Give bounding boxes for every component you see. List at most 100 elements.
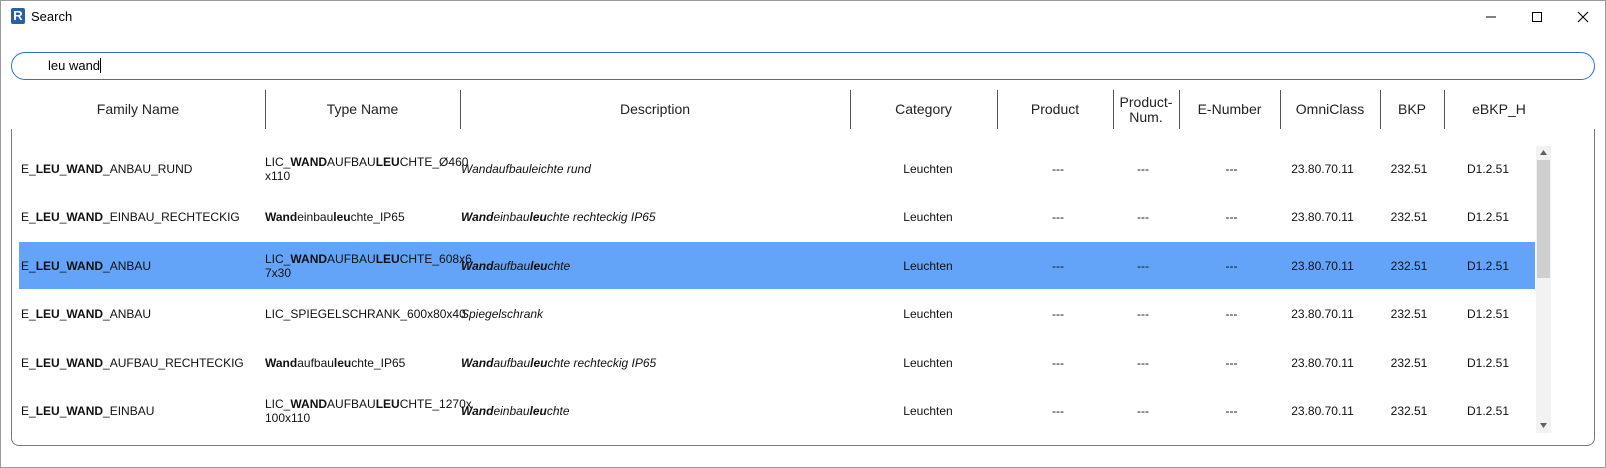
ebkp-h-cell: D1.2.51 xyxy=(1466,306,1510,321)
search-input[interactable]: leu wand xyxy=(11,52,1595,80)
family-name-cell: E_LEU_WAND_ANBAU xyxy=(21,258,152,273)
category-cell: Leuchten xyxy=(903,306,953,321)
scroll-down-icon xyxy=(1540,423,1547,428)
ebkp-h-cell: D1.2.51 xyxy=(1466,355,1510,370)
text-caret xyxy=(100,58,102,73)
column-separator[interactable] xyxy=(1179,90,1180,129)
column-header-bkp[interactable]: BKP xyxy=(1380,89,1444,130)
category-cell: Leuchten xyxy=(903,258,953,273)
type-name-cell: LIC_WANDAUFBAULEUCHTE_608x6 7x30 xyxy=(265,251,472,280)
omniclass-cell: 23.80.70.11 xyxy=(1291,258,1354,273)
close-icon xyxy=(1577,11,1589,23)
result-row[interactable]: E_LEU_WAND_ANBAU LIC_SPIEGELSCHRANK_600x8… xyxy=(19,290,1535,337)
product-num-cell: --- xyxy=(1137,161,1149,176)
scroll-down-button[interactable] xyxy=(1536,419,1551,433)
description-cell: Wandaufbauleuchte rechteckig IP65 xyxy=(461,355,657,370)
product-num-cell: --- xyxy=(1137,403,1149,418)
product-cell: --- xyxy=(1052,306,1064,321)
window-title: Search xyxy=(31,9,73,24)
vertical-scrollbar[interactable] xyxy=(1536,146,1551,433)
scroll-up-icon xyxy=(1540,150,1547,155)
bkp-cell: 232.51 xyxy=(1390,258,1428,273)
e-number-cell: --- xyxy=(1225,355,1238,370)
column-separator[interactable] xyxy=(997,90,998,129)
column-separator[interactable] xyxy=(850,90,851,129)
column-header-e-number[interactable]: E-Number xyxy=(1179,89,1280,130)
category-cell: Leuchten xyxy=(903,403,953,418)
column-header-omniclass[interactable]: OmniClass xyxy=(1280,89,1380,130)
ebkp-h-cell: D1.2.51 xyxy=(1466,209,1510,224)
bkp-cell: 232.51 xyxy=(1390,161,1428,176)
description-cell: Wandeinbauleuchte xyxy=(461,403,570,418)
product-num-cell: --- xyxy=(1137,306,1149,321)
column-separator[interactable] xyxy=(1113,90,1114,129)
result-row[interactable]: E_LEU_WAND_EINBAU_RECHTECKIG Wandeinbaule… xyxy=(19,193,1535,240)
minimize-icon xyxy=(1486,16,1496,18)
bkp-cell: 232.51 xyxy=(1390,403,1428,418)
maximize-icon xyxy=(1532,12,1542,22)
product-cell: --- xyxy=(1052,258,1064,273)
product-cell: --- xyxy=(1052,355,1064,370)
category-cell: Leuchten xyxy=(903,355,953,370)
results-list[interactable]: E_LEU_WAND_ANBAU_RUND LIC_WANDAUFBAULEUCH… xyxy=(11,129,1595,446)
revit-app-icon: R xyxy=(11,8,25,24)
type-name-cell: Wandeinbauleuchte_IP65 xyxy=(265,209,405,224)
product-num-cell: --- xyxy=(1137,258,1149,273)
column-separator[interactable] xyxy=(1280,90,1281,129)
category-cell: Leuchten xyxy=(903,209,953,224)
column-header-product-num[interactable]: Product-Num. xyxy=(1113,89,1179,130)
ebkp-h-cell: D1.2.51 xyxy=(1466,403,1510,418)
e-number-cell: --- xyxy=(1225,306,1238,321)
e-number-cell: --- xyxy=(1225,258,1238,273)
family-name-cell: E_LEU_WAND_ANBAU_RUND xyxy=(21,161,193,176)
maximize-button[interactable] xyxy=(1514,1,1560,33)
result-row[interactable]: E_LEU_WAND_ANBAU_RUND LIC_WANDAUFBAULEUCH… xyxy=(19,145,1535,192)
omniclass-cell: 23.80.70.11 xyxy=(1291,209,1354,224)
product-cell: --- xyxy=(1052,209,1064,224)
scroll-up-button[interactable] xyxy=(1536,146,1551,160)
category-cell: Leuchten xyxy=(903,161,953,176)
ebkp-h-cell: D1.2.51 xyxy=(1466,258,1510,273)
column-header-type-name[interactable]: Type Name xyxy=(265,89,460,130)
e-number-cell: --- xyxy=(1225,403,1238,418)
product-num-cell: --- xyxy=(1137,209,1149,224)
column-header-family-name[interactable]: Family Name xyxy=(11,89,265,130)
product-num-cell: --- xyxy=(1137,355,1149,370)
type-name-cell: LIC_WANDAUFBAULEUCHTE_1270x 100x110 xyxy=(265,396,472,425)
search-window: R Search leu wand Family Name Type Name De… xyxy=(0,0,1606,468)
description-cell: Wandaufbauleuchte xyxy=(461,258,571,273)
family-name-cell: E_LEU_WAND_AUFBAU_RECHTECKIG xyxy=(21,355,244,370)
result-row[interactable]: E_LEU_WAND_AUFBAU_RECHTECKIG Wandaufbaule… xyxy=(19,339,1535,386)
minimize-button[interactable] xyxy=(1468,1,1514,33)
title-bar[interactable]: R Search xyxy=(1,1,1605,33)
family-name-cell: E_LEU_WAND_EINBAU xyxy=(21,403,155,418)
omniclass-cell: 23.80.70.11 xyxy=(1291,355,1354,370)
ebkp-h-cell: D1.2.51 xyxy=(1466,161,1510,176)
bkp-cell: 232.51 xyxy=(1390,355,1428,370)
type-name-cell: LIC_WANDAUFBAULEUCHTE_Ø460 x110 xyxy=(265,154,469,183)
column-header-description[interactable]: Description xyxy=(460,89,850,130)
column-separator[interactable] xyxy=(1380,90,1381,129)
bkp-cell: 232.51 xyxy=(1390,306,1428,321)
column-separator[interactable] xyxy=(1444,90,1445,129)
result-row[interactable]: E_LEU_WAND_EINBAU LIC_WANDAUFBAULEUCHTE_1… xyxy=(19,387,1535,434)
omniclass-cell: 23.80.70.11 xyxy=(1291,403,1354,418)
product-cell: --- xyxy=(1052,403,1064,418)
bkp-cell: 232.51 xyxy=(1390,209,1428,224)
column-separator[interactable] xyxy=(460,90,461,129)
result-row[interactable]: E_LEU_WAND_ANBAU LIC_WANDAUFBAULEUCHTE_60… xyxy=(19,242,1535,289)
scrollbar-thumb[interactable] xyxy=(1537,160,1550,278)
family-name-cell: E_LEU_WAND_EINBAU_RECHTECKIG xyxy=(21,209,240,224)
description-cell: Wandaufbauleichte rund xyxy=(461,161,591,176)
results-header: Family Name Type Name Description Category P… xyxy=(11,89,1595,130)
column-header-category[interactable]: Category xyxy=(850,89,997,130)
column-header-product[interactable]: Product xyxy=(997,89,1113,130)
e-number-cell: --- xyxy=(1225,209,1238,224)
type-name-cell: Wandaufbauleuchte_IP65 xyxy=(265,355,406,370)
column-separator[interactable] xyxy=(265,90,266,129)
type-name-cell: LIC_SPIEGELSCHRANK_600x80x40 xyxy=(265,306,466,321)
omniclass-cell: 23.80.70.11 xyxy=(1291,306,1354,321)
close-button[interactable] xyxy=(1560,1,1606,33)
family-name-cell: E_LEU_WAND_ANBAU xyxy=(21,306,152,321)
column-header-ebkp-h[interactable]: eBKP_H xyxy=(1444,89,1554,130)
